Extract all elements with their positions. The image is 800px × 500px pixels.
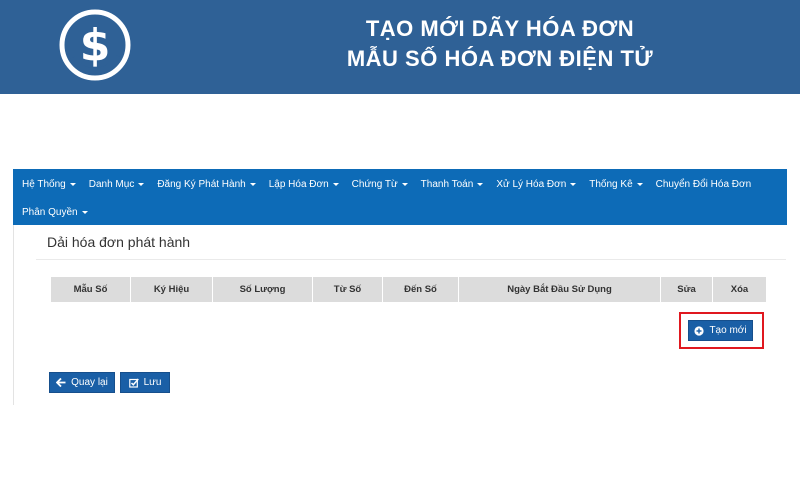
arrow-left-icon bbox=[56, 378, 66, 387]
panel-divider bbox=[36, 259, 786, 260]
column-header-den-so[interactable]: Đến Số bbox=[383, 277, 459, 302]
app-window: Hệ Thống Danh Mục Đăng Ký Phát Hành Lập … bbox=[13, 165, 787, 405]
nav-item-label: Đăng Ký Phát Hành bbox=[157, 178, 246, 190]
column-header-mau-so[interactable]: Mẫu Số bbox=[51, 277, 131, 302]
nav-item-danh-muc[interactable]: Danh Mục bbox=[89, 179, 145, 190]
nav-item-he-thong[interactable]: Hệ Thống bbox=[22, 179, 76, 190]
nav-item-lap-hoa-don[interactable]: Lập Hóa Đơn bbox=[269, 179, 339, 190]
back-button[interactable]: Quay lại bbox=[49, 372, 115, 393]
main-navbar: Hệ Thống Danh Mục Đăng Ký Phát Hành Lập … bbox=[13, 169, 787, 225]
nav-item-label: Lập Hóa Đơn bbox=[268, 178, 329, 190]
plus-circle-icon bbox=[694, 325, 705, 336]
panel-title: Dải hóa đơn phát hành bbox=[47, 234, 191, 250]
banner-title: TẠO MỚI DÃY HÓA ĐƠN MẪU SỐ HÓA ĐƠN ĐIỆN … bbox=[280, 14, 720, 74]
svg-text:$: $ bbox=[80, 20, 111, 71]
column-header-ngay-bat-dau-su-dung[interactable]: Ngày Bắt Đầu Sử Dụng bbox=[459, 277, 661, 302]
back-button-label: Quay lại bbox=[71, 377, 108, 388]
banner-title-line2: MẪU SỐ HÓA ĐƠN ĐIỆN TỬ bbox=[346, 46, 654, 71]
nav-item-label: Thống Kê bbox=[589, 178, 633, 190]
save-button[interactable]: Lưu bbox=[120, 372, 170, 393]
nav-item-chuyen-doi-hoa-don[interactable]: Chuyển Đổi Hóa Đơn bbox=[656, 179, 752, 190]
caret-down-icon bbox=[138, 182, 145, 186]
nav-item-thanh-toan[interactable]: Thanh Toán bbox=[421, 179, 484, 190]
nav-item-label: Chứng Từ bbox=[351, 178, 398, 190]
nav-item-thong-ke[interactable]: Thống Kê bbox=[589, 178, 643, 190]
caret-down-icon bbox=[401, 182, 408, 186]
navbar-row-2: Phân Quyền bbox=[13, 199, 88, 225]
nav-item-dang-ky-phat-hanh[interactable]: Đăng Ký Phát Hành bbox=[157, 178, 256, 190]
save-button-label: Lưu bbox=[143, 377, 162, 388]
invoice-range-table-header: Mẫu Số Ký Hiệu Số Lượng Từ Số Đến Số Ngà… bbox=[51, 277, 766, 302]
banner-title-line1: TẠO MỚI DÃY HÓA ĐƠN bbox=[365, 16, 635, 41]
nav-item-phan-quyen[interactable]: Phân Quyền bbox=[22, 207, 88, 218]
caret-down-icon bbox=[69, 182, 76, 186]
banner: $ TẠO MỚI DÃY HÓA ĐƠN MẪU SỐ HÓA ĐƠN ĐIỆ… bbox=[0, 0, 800, 94]
column-header-ky-hieu[interactable]: Ký Hiệu bbox=[131, 277, 213, 302]
nav-item-xu-ly-hoa-don[interactable]: Xử Lý Hóa Đơn bbox=[496, 178, 577, 190]
caret-down-icon bbox=[81, 210, 88, 214]
create-new-button[interactable]: Tạo mới bbox=[688, 320, 753, 341]
navbar-row-1: Hệ Thống Danh Mục Đăng Ký Phát Hành Lập … bbox=[13, 171, 751, 197]
caret-down-icon bbox=[332, 182, 339, 186]
column-header-tu-so[interactable]: Từ Số bbox=[313, 277, 383, 302]
nav-item-label: Thanh Toán bbox=[420, 178, 474, 190]
column-header-sua[interactable]: Sửa bbox=[661, 277, 713, 302]
caret-down-icon bbox=[636, 182, 643, 186]
invoice-range-panel: Dải hóa đơn phát hành Mẫu Số Ký Hiệu Số … bbox=[13, 225, 787, 405]
nav-item-chung-tu[interactable]: Chứng Từ bbox=[352, 179, 408, 190]
caret-down-icon bbox=[570, 182, 577, 186]
nav-item-label: Phân Quyền bbox=[22, 206, 78, 218]
nav-item-label: Xử Lý Hóa Đơn bbox=[496, 178, 567, 190]
dollar-logo-icon: $ bbox=[59, 9, 131, 81]
nav-item-label: Chuyển Đổi Hóa Đơn bbox=[655, 178, 752, 190]
column-header-xoa[interactable]: Xóa bbox=[713, 277, 766, 302]
caret-down-icon bbox=[477, 182, 484, 186]
checkbox-icon bbox=[128, 378, 139, 388]
nav-item-label: Hệ Thống bbox=[22, 178, 66, 190]
caret-down-icon bbox=[249, 182, 256, 186]
nav-item-label: Danh Mục bbox=[88, 178, 135, 190]
column-header-so-luong[interactable]: Số Lượng bbox=[213, 277, 313, 302]
create-new-button-label: Tạo mới bbox=[709, 325, 747, 336]
